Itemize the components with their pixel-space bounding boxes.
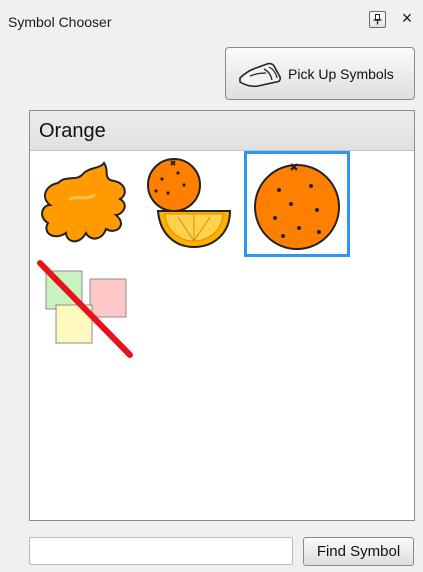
pick-up-symbols-label: Pick Up Symbols	[288, 65, 394, 82]
hand-grab-icon	[239, 62, 282, 87]
grid-header: Orange	[30, 111, 414, 151]
symbol-cell-orange-with-slice[interactable]	[138, 155, 238, 255]
find-symbol-button[interactable]: Find Symbol	[303, 537, 414, 566]
symbol-grid: Orange	[29, 110, 415, 521]
search-input[interactable]	[29, 537, 293, 565]
orange-fruit-slice-icon	[147, 158, 232, 249]
orange-fruit-icon	[254, 163, 340, 250]
symbol-cell-no-symbol[interactable]	[36, 259, 136, 359]
orange-splat-icon	[41, 161, 126, 243]
no-symbol-icon	[37, 260, 133, 358]
close-button[interactable]: ×	[398, 8, 416, 28]
close-icon: ×	[401, 8, 413, 28]
symbol-cell-orange-splat[interactable]	[36, 155, 136, 255]
pick-up-symbols-button[interactable]: Pick Up Symbols	[225, 47, 415, 100]
pin-button[interactable]	[369, 11, 386, 28]
symbol-cell-orange-selected[interactable]	[244, 151, 350, 257]
pin-icon	[373, 14, 382, 25]
window-title: Symbol Chooser	[8, 14, 112, 30]
